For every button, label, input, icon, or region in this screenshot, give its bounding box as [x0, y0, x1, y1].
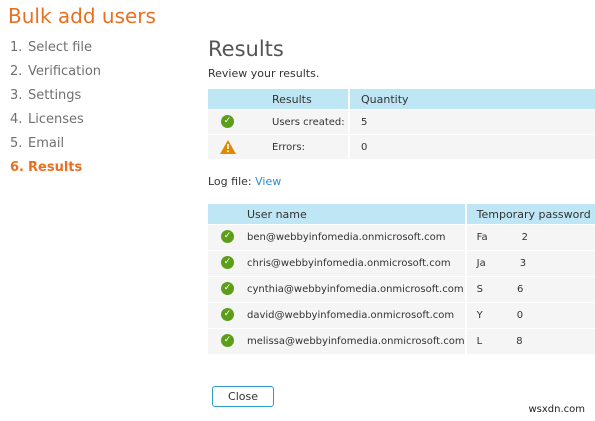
- column-header-results: Results: [208, 89, 349, 110]
- step-label: Licenses: [28, 112, 84, 127]
- summary-value: 5: [348, 109, 595, 135]
- password-end: 6: [517, 284, 524, 295]
- watermark: wsxdn.com: [528, 404, 585, 415]
- page-subtitle: Review your results.: [208, 67, 320, 80]
- check-icon: ✓: [221, 308, 234, 321]
- step-verification[interactable]: 2. Verification: [10, 62, 101, 86]
- page-title: Results: [208, 37, 284, 61]
- users-header-row: User name Temporary password: [208, 204, 595, 225]
- user-name: david@webbyinfomedia.onmicrosoft.com: [247, 310, 455, 321]
- step-number: 2.: [10, 64, 23, 79]
- view-log-link[interactable]: View: [255, 175, 281, 188]
- table-row: ✓ chris@webbyinfomedia.onmicrosoft.com J…: [208, 250, 595, 277]
- created-users-table: User name Temporary password ✓ ben@webby…: [208, 204, 595, 354]
- column-header-quantity: Quantity: [348, 89, 595, 110]
- password-start: S: [476, 284, 483, 295]
- step-number: 4.: [10, 112, 23, 127]
- warning-icon: [220, 140, 236, 154]
- password-cell: Y0: [464, 302, 595, 329]
- column-header-user-name: User name: [208, 204, 466, 225]
- user-name: cynthia@webbyinfomedia.onmicrosoft.com: [247, 284, 464, 295]
- password-start: L: [476, 336, 483, 347]
- user-cell: ✓ melissa@webbyinfomedia.onmicrosoft.com: [208, 328, 466, 354]
- summary-label: Errors:: [272, 141, 305, 153]
- step-licenses[interactable]: 4. Licenses: [10, 110, 101, 134]
- step-results[interactable]: 6. Results: [10, 158, 101, 182]
- step-label: Email: [28, 136, 65, 151]
- step-select-file[interactable]: 1. Select file: [10, 38, 101, 62]
- user-cell: ✓ chris@webbyinfomedia.onmicrosoft.com: [208, 250, 466, 277]
- check-icon: ✓: [221, 256, 234, 269]
- summary-label: Users created:: [272, 116, 345, 128]
- password-end: 2: [521, 232, 528, 243]
- close-button[interactable]: Close: [212, 386, 274, 407]
- table-row: ✓ melissa@webbyinfomedia.onmicrosoft.com…: [208, 328, 595, 354]
- summary-header-row: Results Quantity: [208, 89, 595, 110]
- step-number: 6.: [10, 160, 24, 175]
- column-header-temporary-password: Temporary password: [464, 204, 595, 225]
- table-row: ✓ david@webbyinfomedia.onmicrosoft.com Y…: [208, 302, 595, 329]
- password-cell: Ja 3: [464, 250, 595, 277]
- step-settings[interactable]: 3. Settings: [10, 86, 101, 110]
- step-label: Settings: [28, 88, 82, 103]
- password-end: 3: [519, 258, 527, 269]
- user-name: chris@webbyinfomedia.onmicrosoft.com: [247, 258, 451, 269]
- check-icon: ✓: [221, 115, 234, 128]
- password-cell: S6: [464, 276, 595, 303]
- wizard-steps: 1. Select file 2. Verification 3. Settings …: [10, 38, 101, 182]
- password-start: Ja: [476, 258, 486, 269]
- password-end: 0: [516, 310, 524, 321]
- summary-row-errors: Errors: 0: [208, 134, 595, 159]
- password-end: 8: [516, 336, 523, 347]
- step-number: 1.: [10, 40, 23, 55]
- app-title: Bulk add users: [8, 4, 156, 28]
- check-icon: ✓: [221, 282, 234, 295]
- user-cell: ✓ ben@webbyinfomedia.onmicrosoft.com: [208, 224, 466, 251]
- user-cell: ✓ david@webbyinfomedia.onmicrosoft.com: [208, 302, 466, 329]
- results-summary-table: Results Quantity ✓ Users created: 5 Erro…: [208, 89, 595, 159]
- step-number: 5.: [10, 136, 23, 151]
- table-row: ✓ cynthia@webbyinfomedia.onmicrosoft.com…: [208, 276, 595, 303]
- table-row: ✓ ben@webbyinfomedia.onmicrosoft.com Fa 2: [208, 224, 595, 251]
- password-cell: Fa 2: [464, 224, 595, 251]
- user-name: ben@webbyinfomedia.onmicrosoft.com: [247, 232, 446, 243]
- step-email[interactable]: 5. Email: [10, 134, 101, 158]
- step-number: 3.: [10, 88, 23, 103]
- summary-label-cell: ✓ Users created:: [208, 109, 349, 135]
- password-cell: L8: [464, 328, 595, 354]
- step-label: Results: [28, 160, 83, 175]
- password-start: Y: [476, 310, 483, 321]
- log-file-label: Log file:: [208, 175, 252, 188]
- log-file-line: Log file: View: [208, 173, 595, 191]
- summary-row-users-created: ✓ Users created: 5: [208, 109, 595, 135]
- check-icon: ✓: [221, 334, 234, 347]
- summary-label-cell: Errors:: [208, 134, 349, 159]
- step-label: Verification: [28, 64, 102, 79]
- user-name: melissa@webbyinfomedia.onmicrosoft.com: [247, 336, 465, 347]
- main-panel: Results Review your results. Results Qua…: [208, 36, 595, 354]
- summary-value: 0: [348, 134, 595, 159]
- user-cell: ✓ cynthia@webbyinfomedia.onmicrosoft.com: [208, 276, 466, 303]
- check-icon: ✓: [221, 230, 234, 243]
- password-start: Fa: [476, 232, 488, 243]
- step-label: Select file: [28, 40, 93, 55]
